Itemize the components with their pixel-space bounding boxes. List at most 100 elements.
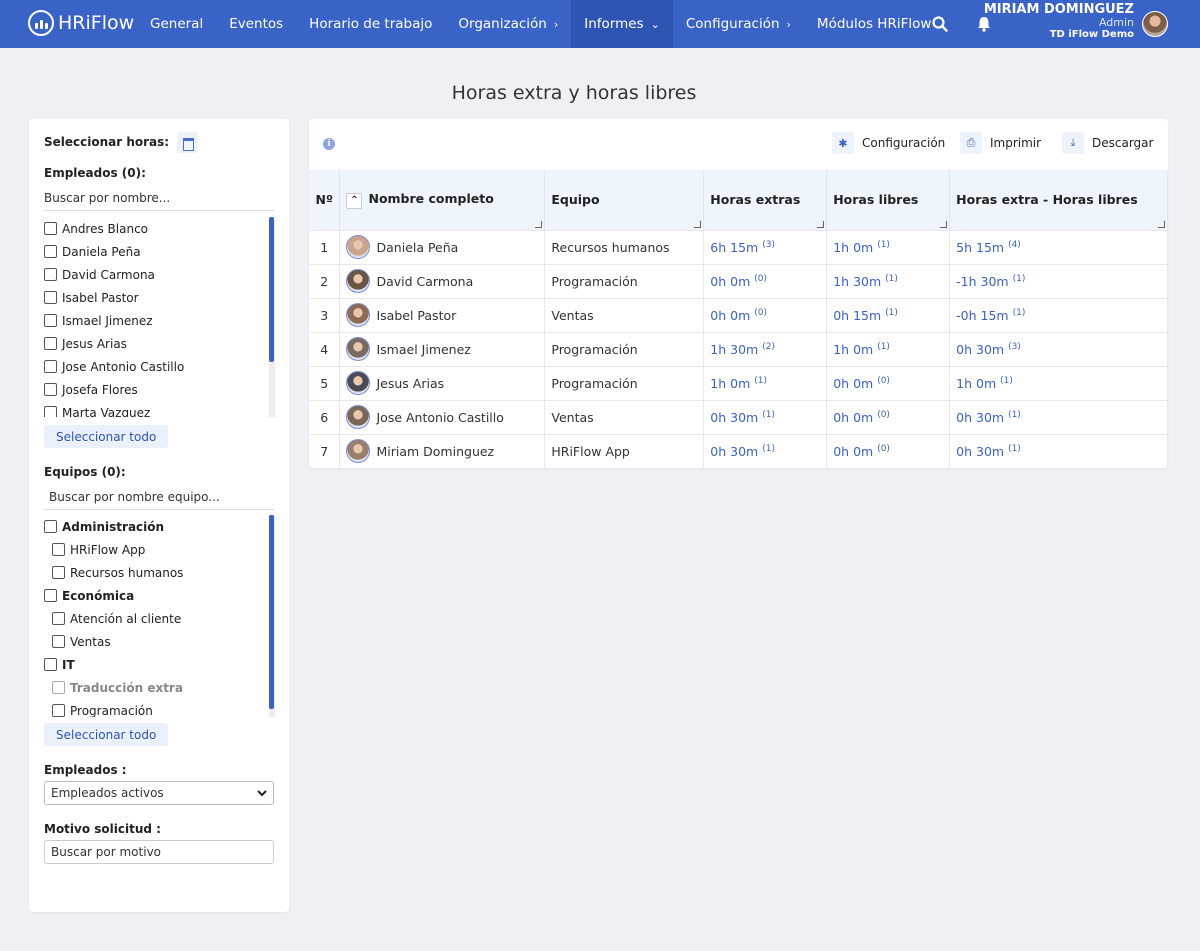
hours-value[interactable]: 5h 15m (4) bbox=[956, 240, 1021, 255]
team-list-item[interactable]: Traducción extra bbox=[44, 676, 289, 699]
employee-list-item[interactable]: Andres Blanco bbox=[44, 217, 289, 240]
employee-list-item[interactable]: Jesus Arias bbox=[44, 332, 289, 355]
employee-list-item[interactable]: Josefa Flores bbox=[44, 378, 289, 401]
col-header-free[interactable]: Horas libres bbox=[826, 170, 951, 230]
team-list-item[interactable]: Administración bbox=[44, 515, 289, 538]
hours-value[interactable]: 1h 30m (1) bbox=[833, 274, 898, 289]
nav-general[interactable]: General bbox=[137, 0, 216, 48]
checkbox[interactable] bbox=[44, 245, 57, 258]
search-icon[interactable] bbox=[931, 15, 949, 33]
sort-asc-icon[interactable]: ⌃ bbox=[346, 192, 363, 209]
col-header-diff[interactable]: Horas extra - Horas libres bbox=[949, 170, 1168, 230]
table-row[interactable]: 7 Miriam Dominguez HRiFlow App 0h 30m (1) 0h… bbox=[309, 433, 1168, 468]
employee-search-input[interactable]: Buscar por nombre... bbox=[44, 187, 274, 211]
checkbox[interactable] bbox=[44, 314, 57, 327]
hours-value[interactable]: 1h 0m (1) bbox=[833, 240, 890, 255]
table-row[interactable]: 4 Ismael Jimenez Programación 1h 30m (2) 1h … bbox=[309, 331, 1168, 366]
select-all-teams-button[interactable]: Seleccionar todo bbox=[44, 723, 169, 746]
hours-value[interactable]: 1h 0m (1) bbox=[833, 342, 890, 357]
hours-value[interactable]: 0h 30m (3) bbox=[956, 342, 1021, 357]
hours-value[interactable]: 0h 30m (1) bbox=[956, 444, 1021, 459]
checkbox[interactable] bbox=[52, 704, 65, 717]
hours-value[interactable]: 0h 0m (0) bbox=[710, 308, 767, 323]
hours-value[interactable]: 1h 0m (1) bbox=[956, 376, 1013, 391]
team-list-item[interactable]: IT bbox=[44, 653, 289, 676]
employee-status-select[interactable]: Empleados activos bbox=[44, 781, 274, 805]
table-row[interactable]: 1 Daniela Peña Recursos humanos 6h 15m (3) 1… bbox=[309, 229, 1168, 264]
hours-value[interactable]: 0h 15m (1) bbox=[833, 308, 898, 323]
reason-search-input[interactable]: Buscar por motivo bbox=[44, 840, 274, 864]
hours-value[interactable]: 6h 15m (3) bbox=[710, 240, 775, 255]
employee-list-item[interactable]: Jose Antonio Castillo bbox=[44, 355, 289, 378]
employee-list-scrollbar[interactable] bbox=[269, 217, 274, 362]
info-icon[interactable]: i bbox=[323, 138, 335, 150]
team-list-item[interactable]: Ventas bbox=[44, 630, 289, 653]
team-list-item[interactable]: HRiFlow App bbox=[44, 538, 289, 561]
print-button[interactable]: ⎙ Imprimir bbox=[960, 132, 1041, 154]
table-row[interactable]: 5 Jesus Arias Programación 1h 0m (1) 0h 0m (… bbox=[309, 365, 1168, 400]
checkbox[interactable] bbox=[52, 635, 65, 648]
checkbox[interactable] bbox=[52, 681, 65, 694]
team-search-input[interactable]: Buscar por nombre equipo... bbox=[44, 486, 274, 510]
col-header-number[interactable]: Nº bbox=[309, 170, 341, 230]
table-row[interactable]: 2 David Carmona Programación 0h 0m (0) 1h 30… bbox=[309, 263, 1168, 298]
checkbox[interactable] bbox=[44, 337, 57, 350]
checkbox[interactable] bbox=[44, 406, 57, 417]
checkbox[interactable] bbox=[44, 291, 57, 304]
select-all-employees-button[interactable]: Seleccionar todo bbox=[44, 425, 169, 448]
nav-horario[interactable]: Horario de trabajo bbox=[296, 0, 445, 48]
hours-value[interactable]: 0h 0m (0) bbox=[833, 444, 890, 459]
col-header-name[interactable]: ⌃ Nombre completo bbox=[339, 170, 546, 230]
nav-informes[interactable]: Informes ⌄ bbox=[571, 0, 673, 48]
team-list-item[interactable]: Recursos humanos bbox=[44, 561, 289, 584]
team-list-item[interactable]: Atención al cliente bbox=[44, 607, 289, 630]
nav-eventos[interactable]: Eventos bbox=[216, 0, 296, 48]
hours-amount: -0h 15m bbox=[956, 307, 1009, 323]
checkbox[interactable] bbox=[44, 360, 57, 373]
calendar-icon[interactable] bbox=[177, 132, 199, 153]
hours-value[interactable]: -1h 30m (1) bbox=[956, 274, 1025, 289]
nav-modulos[interactable]: Módulos HRiFlow bbox=[804, 0, 944, 48]
employee-list-item[interactable]: Daniela Peña bbox=[44, 240, 289, 263]
table-row[interactable]: 3 Isabel Pastor Ventas 0h 0m (0) 0h 15m (1) -… bbox=[309, 297, 1168, 332]
team-list-scrollbar[interactable] bbox=[269, 515, 274, 709]
hours-value[interactable]: -0h 15m (1) bbox=[956, 308, 1025, 323]
checkbox[interactable] bbox=[52, 543, 65, 556]
checkbox[interactable] bbox=[44, 658, 57, 671]
download-button[interactable]: ⤓ Descargar bbox=[1062, 132, 1153, 154]
hours-value[interactable]: 0h 30m (1) bbox=[710, 444, 775, 459]
hours-value[interactable]: 1h 0m (1) bbox=[710, 376, 767, 391]
col-header-team[interactable]: Equipo bbox=[544, 170, 705, 230]
hours-value[interactable]: 0h 30m (1) bbox=[710, 410, 775, 425]
nav-organizacion[interactable]: Organización › bbox=[445, 0, 571, 48]
checkbox[interactable] bbox=[44, 520, 57, 533]
employee-list-item[interactable]: Ismael Jimenez bbox=[44, 309, 289, 332]
checkbox[interactable] bbox=[52, 612, 65, 625]
checkbox[interactable] bbox=[44, 589, 57, 602]
hours-amount: 0h 30m bbox=[956, 443, 1005, 459]
col-header-extra[interactable]: Horas extras bbox=[703, 170, 828, 230]
user-info[interactable]: MIRIAM DOMINGUEZ Admin TD iFlow Demo bbox=[984, 2, 1134, 40]
employee-list-item[interactable]: Isabel Pastor bbox=[44, 286, 289, 309]
hours-amount: 0h 0m bbox=[710, 273, 751, 289]
team-list-item[interactable]: Económica bbox=[44, 584, 289, 607]
table-row[interactable]: 6 Jose Antonio Castillo Ventas 0h 30m (1) 0h… bbox=[309, 399, 1168, 434]
checkbox[interactable] bbox=[44, 383, 57, 396]
avatar[interactable] bbox=[1142, 11, 1168, 37]
checkbox[interactable] bbox=[44, 268, 57, 281]
checkbox[interactable] bbox=[52, 566, 65, 579]
gear-icon: ✱ bbox=[832, 132, 854, 154]
brand-logo[interactable]: HRiFlow bbox=[28, 10, 134, 36]
hours-value[interactable]: 1h 30m (2) bbox=[710, 342, 775, 357]
checkbox[interactable] bbox=[44, 222, 57, 235]
employee-list-item[interactable]: David Carmona bbox=[44, 263, 289, 286]
employee-name: Ismael Jimenez bbox=[62, 313, 153, 328]
nav-configuracion[interactable]: Configuración › bbox=[673, 0, 804, 48]
employee-list-item[interactable]: Marta Vazquez bbox=[44, 401, 289, 417]
hours-value[interactable]: 0h 30m (1) bbox=[956, 410, 1021, 425]
team-list-item[interactable]: Programación bbox=[44, 699, 289, 717]
hours-value[interactable]: 0h 0m (0) bbox=[833, 410, 890, 425]
hours-value[interactable]: 0h 0m (0) bbox=[710, 274, 767, 289]
hours-value[interactable]: 0h 0m (0) bbox=[833, 376, 890, 391]
config-button[interactable]: ✱ Configuración bbox=[832, 132, 945, 154]
